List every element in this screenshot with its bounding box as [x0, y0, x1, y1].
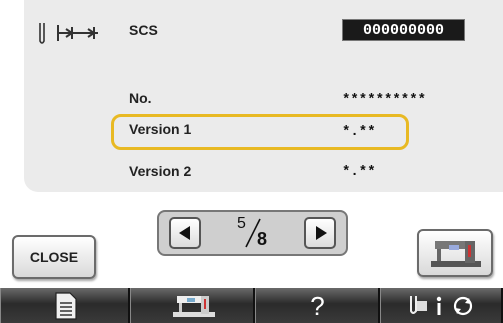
- toolbar-document-button[interactable]: [0, 288, 130, 323]
- row-version2-value: *.**: [342, 164, 376, 180]
- bottom-toolbar: ?: [0, 288, 503, 323]
- row-version1-label: Version 1: [129, 121, 192, 137]
- machine-button[interactable]: [417, 229, 493, 277]
- row-version1-value: *.**: [342, 124, 376, 140]
- sewing-machine-icon: [173, 296, 215, 317]
- document-icon: [55, 292, 77, 320]
- close-button[interactable]: CLOSE: [12, 235, 96, 279]
- triangle-left-icon: [179, 226, 190, 240]
- toolbar-help-button[interactable]: ?: [255, 288, 380, 323]
- close-button-label: CLOSE: [29, 249, 79, 265]
- help-icon: ?: [310, 291, 325, 321]
- page-indicator: 5 8: [231, 215, 275, 251]
- toolbar-machine-button[interactable]: [130, 288, 255, 323]
- prev-page-button[interactable]: [169, 217, 201, 249]
- scs-label: SCS: [129, 22, 158, 38]
- row-no-label: No.: [129, 90, 152, 106]
- triangle-right-icon: [316, 226, 327, 240]
- row-no-value: **********: [342, 92, 427, 108]
- next-page-button[interactable]: [304, 217, 336, 249]
- page-navigator: 5 8: [157, 210, 348, 256]
- sewing-machine-icon: [431, 241, 481, 267]
- needle-stitch-icon: [39, 23, 98, 44]
- row-version2-label: Version 2: [129, 163, 192, 179]
- toolbar-settings-button[interactable]: [380, 288, 503, 323]
- settings-info-icon: [410, 296, 473, 316]
- page-total: 8: [257, 229, 268, 249]
- serial-number-display: 000000000: [342, 19, 465, 41]
